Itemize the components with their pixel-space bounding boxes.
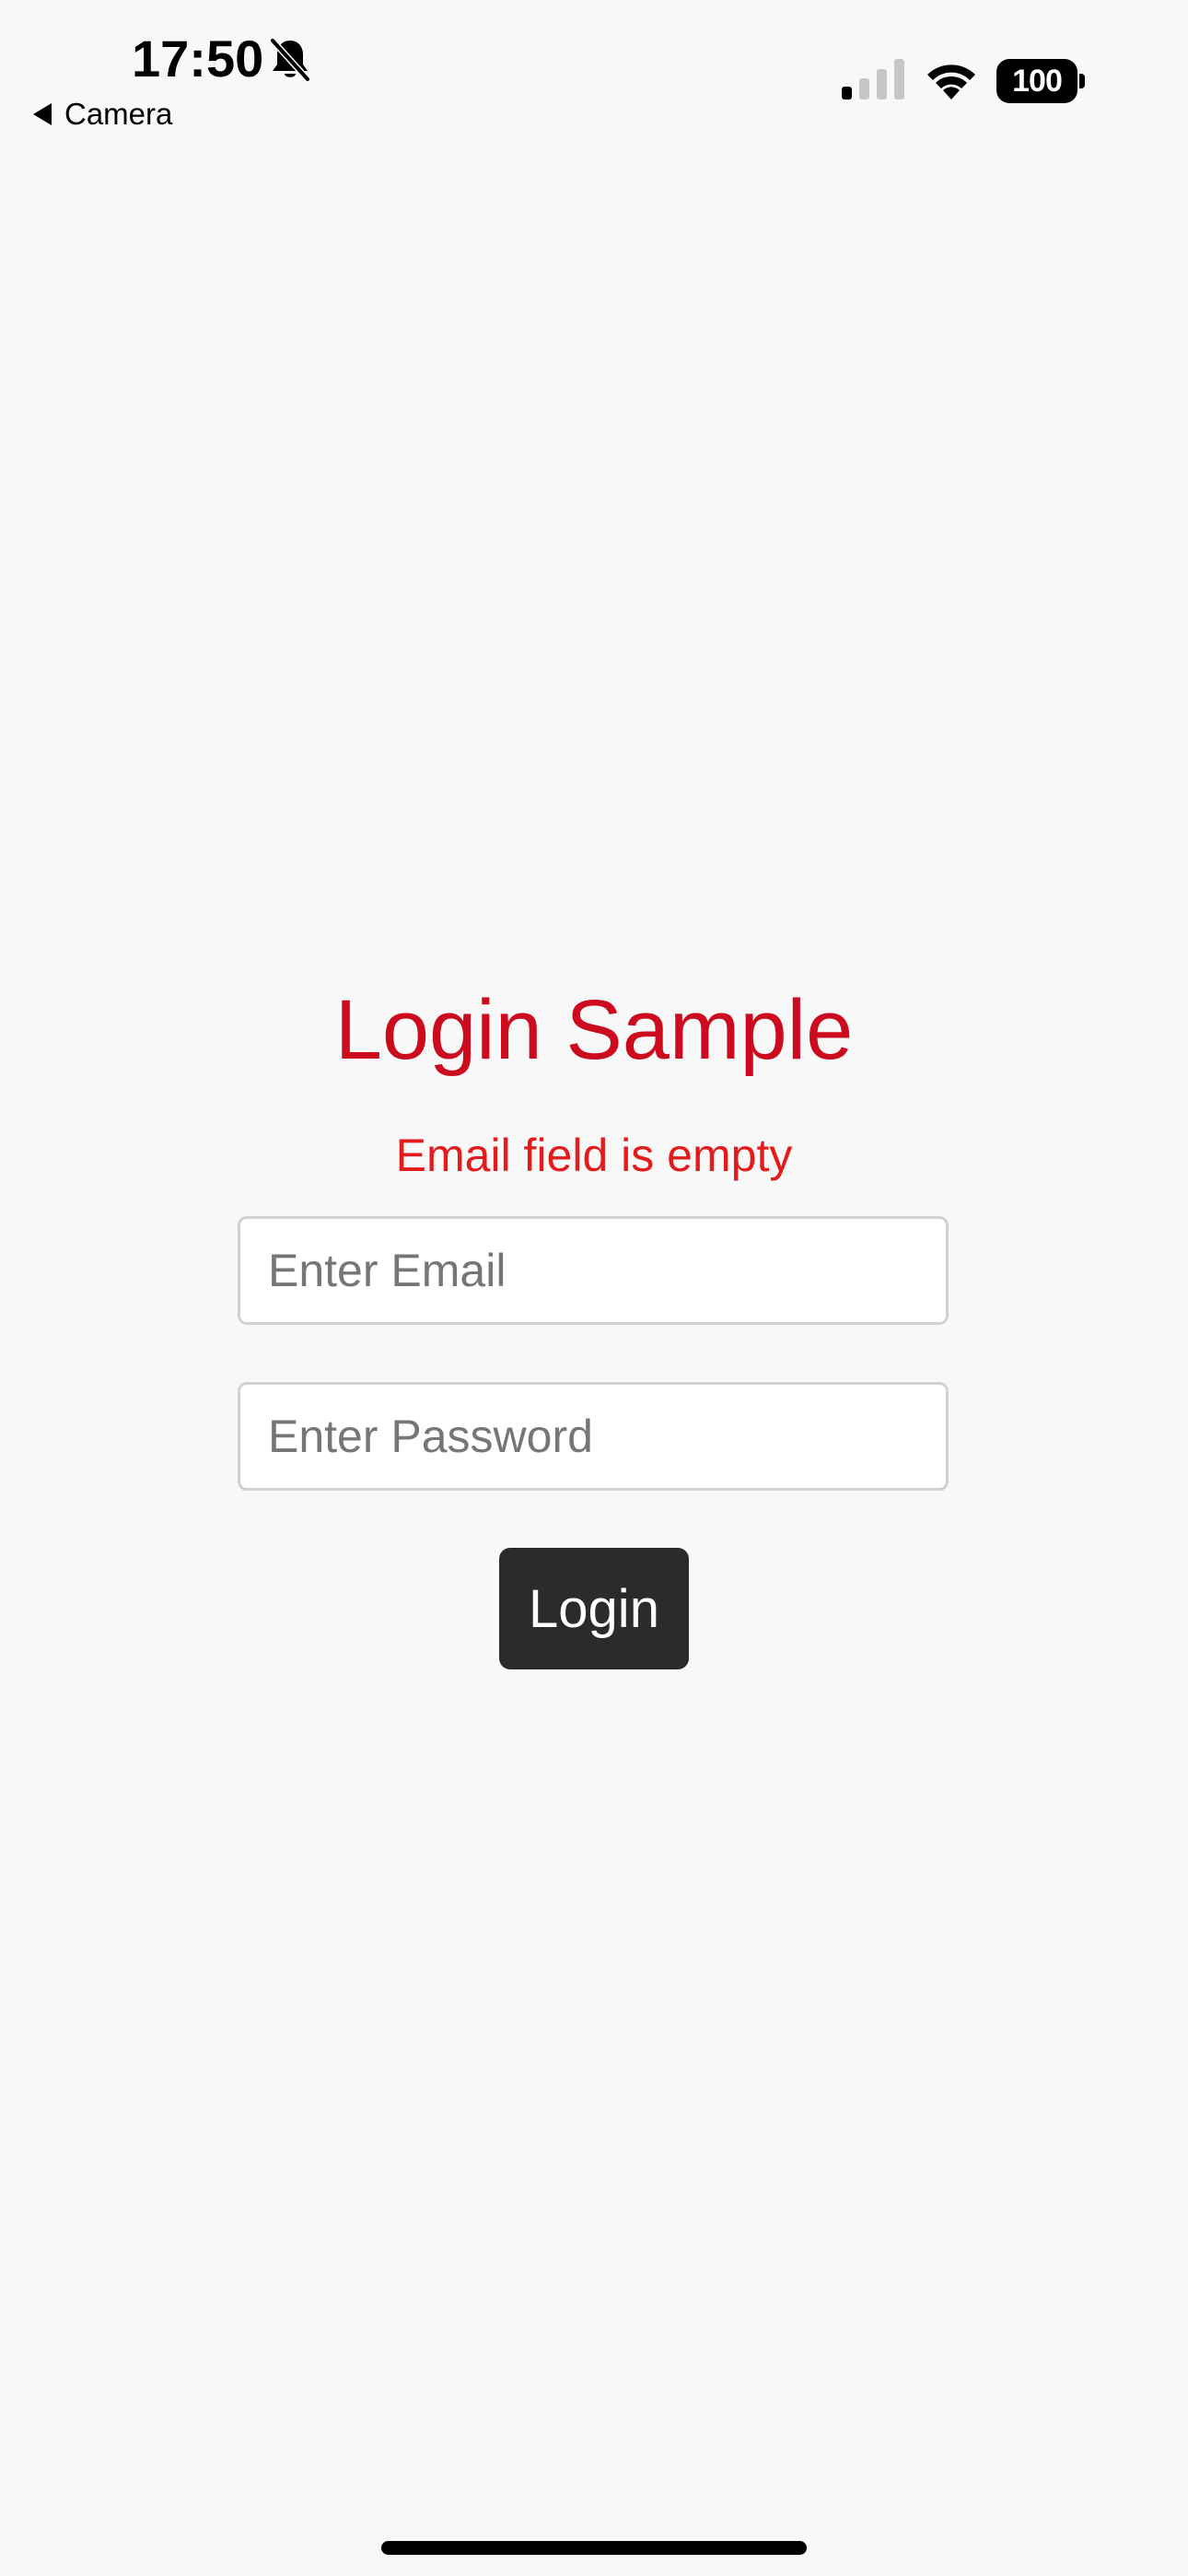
back-arrow-icon — [33, 103, 52, 125]
password-input[interactable] — [238, 1382, 949, 1491]
battery-level: 100 — [996, 59, 1077, 103]
wifi-icon — [927, 64, 975, 100]
back-link-label: Camera — [64, 97, 173, 131]
page-title: Login Sample — [334, 983, 854, 1077]
cellular-signal-icon — [842, 59, 904, 100]
email-input[interactable] — [238, 1216, 949, 1325]
error-message: Email field is empty — [395, 1130, 793, 1181]
login-button[interactable]: Login — [499, 1548, 689, 1669]
back-to-camera-link[interactable]: Camera — [33, 92, 172, 136]
status-time: 17:50 — [132, 29, 264, 88]
battery-terminal — [1079, 74, 1085, 88]
home-indicator[interactable] — [381, 2541, 807, 2555]
bell-slash-icon — [270, 38, 310, 82]
battery-indicator: 100 — [996, 59, 1085, 103]
